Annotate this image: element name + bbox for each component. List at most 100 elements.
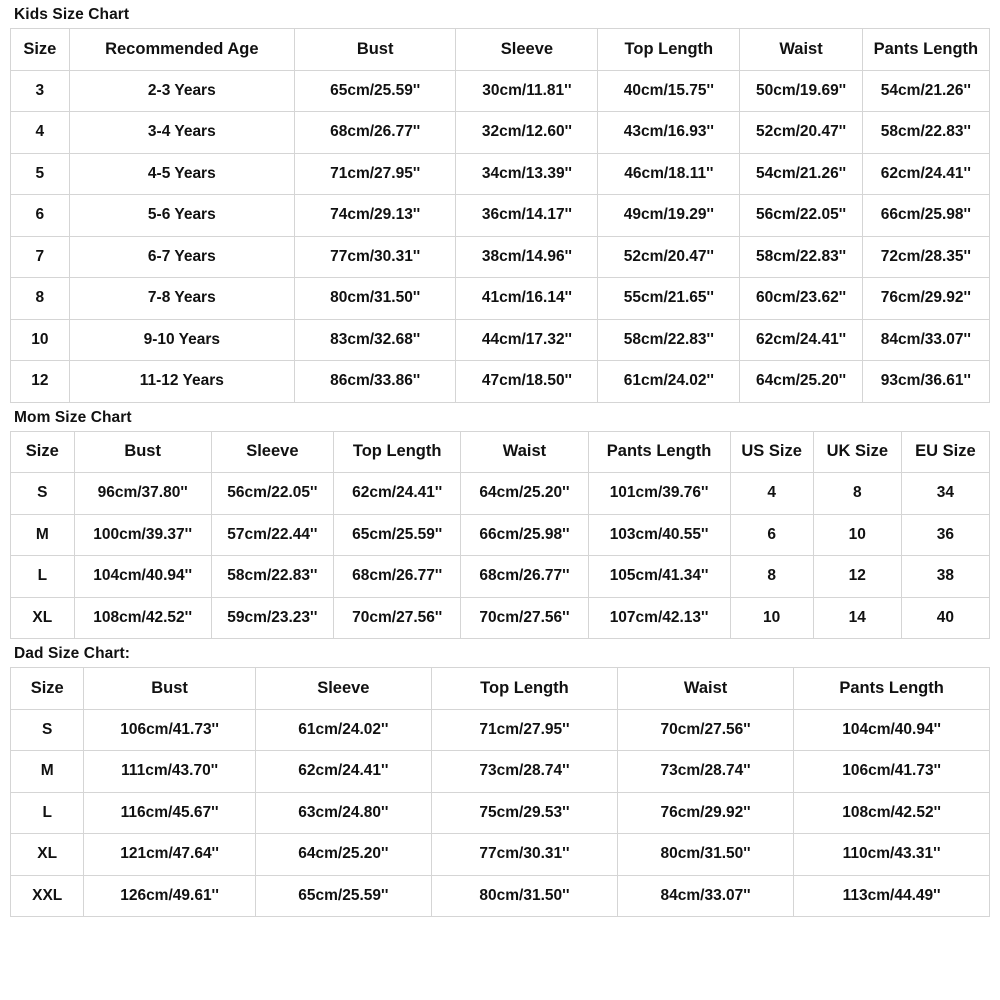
- table-row: M 111cm/43.70'' 62cm/24.41'' 73cm/28.74'' 73…: [9, 750, 990, 793]
- measure-cell: 10: [812, 513, 902, 557]
- measure-cell: 68cm/26.77'': [333, 555, 462, 598]
- measure-cell: 41cm/16.14'': [455, 277, 599, 320]
- kids-size-table: Size Recommended Age Bust Sleeve Top Length W…: [10, 28, 991, 403]
- size-cell: 7: [10, 235, 70, 279]
- column-header-top-length: Top Length: [597, 28, 741, 71]
- measure-cell: 36: [900, 513, 991, 557]
- size-chart-page: Kids Size Chart Size Recommended Age Bust S…: [0, 0, 1000, 1000]
- measure-cell: 73cm/28.74'': [430, 750, 618, 793]
- table-row: S 106cm/41.73'' 61cm/24.02'' 71cm/27.95'' 70…: [9, 708, 990, 752]
- size-cell: XXL: [9, 874, 85, 918]
- table-row: L 116cm/45.67'' 63cm/24.80'' 75cm/29.53'' 76…: [9, 791, 990, 835]
- mom-size-chart-section: Mom Size Chart Size Bust Sleeve Top Length W…: [10, 403, 991, 640]
- measure-cell: 73cm/28.74'': [616, 750, 795, 793]
- measure-cell: 46cm/18.11'': [597, 152, 741, 196]
- size-cell: M: [10, 513, 75, 557]
- measure-cell: 44cm/17.32'': [455, 318, 599, 362]
- measure-cell: 105cm/41.34'': [587, 555, 731, 598]
- measure-cell: 108cm/42.52'': [793, 791, 990, 835]
- column-header-top-length: Top Length: [430, 667, 618, 710]
- mom-table-body: S 96cm/37.80'' 56cm/22.05'' 62cm/24.41'' 64c…: [10, 472, 991, 640]
- measure-cell: 70cm/27.56'': [616, 708, 795, 752]
- measure-cell: 50cm/19.69'': [739, 69, 863, 113]
- measure-cell: 65cm/25.59'': [333, 513, 462, 557]
- measure-cell: 47cm/18.50'': [455, 360, 599, 403]
- measure-cell: 80cm/31.50'': [430, 874, 618, 918]
- measure-cell: 34: [900, 472, 991, 515]
- column-header-bust: Bust: [73, 430, 212, 474]
- measure-cell: 62cm/24.41'': [861, 152, 991, 196]
- measure-cell: 6: [729, 513, 814, 557]
- measure-cell: 101cm/39.76'': [587, 472, 731, 515]
- measure-cell: 100cm/39.37'': [73, 513, 212, 557]
- table-row: 7 6-7 Years 77cm/30.31'' 38cm/14.96'' 52cm/2…: [10, 235, 991, 279]
- measure-cell: 54cm/21.26'': [861, 69, 991, 113]
- measure-cell: 75cm/29.53'': [430, 791, 618, 835]
- measure-cell: 93cm/36.61'': [861, 360, 991, 403]
- table-row: 6 5-6 Years 74cm/29.13'' 36cm/14.17'' 49cm/1…: [10, 194, 991, 237]
- size-cell: S: [10, 472, 75, 515]
- size-cell: XL: [9, 833, 85, 876]
- measure-cell: 76cm/29.92'': [616, 791, 795, 835]
- column-header-size: Size: [10, 430, 75, 474]
- kids-chart-title: Kids Size Chart: [14, 6, 130, 23]
- measure-cell: 108cm/42.52'': [73, 596, 212, 640]
- dad-size-table: Size Bust Sleeve Top Length Waist Pants Lengt…: [9, 667, 990, 918]
- column-header-waist: Waist: [616, 667, 795, 710]
- column-header-pants-length: Pants Length: [861, 28, 991, 71]
- mom-table-head: Size Bust Sleeve Top Length Waist Pants Lengt…: [10, 430, 991, 474]
- measure-cell: 66cm/25.98'': [861, 194, 991, 237]
- measure-cell: 40: [900, 596, 991, 640]
- measure-cell: 96cm/37.80'': [73, 472, 212, 515]
- measure-cell: 59cm/23.23'': [210, 596, 335, 640]
- measure-cell: 62cm/24.41'': [333, 472, 462, 515]
- kids-size-chart-section: Kids Size Chart Size Recommended Age Bust S…: [10, 0, 991, 403]
- measure-cell: 64cm/25.20'': [460, 472, 589, 515]
- measure-cell: 126cm/49.61'': [83, 874, 256, 918]
- table-header-row: Size Recommended Age Bust Sleeve Top Length W…: [10, 28, 991, 71]
- measure-cell: 58cm/22.83'': [597, 318, 741, 362]
- size-cell: S: [9, 708, 85, 752]
- dad-size-chart-section: Dad Size Chart: Size Bust Sleeve Top Length…: [9, 639, 990, 918]
- measure-cell: 84cm/33.07'': [861, 318, 991, 362]
- measure-cell: 84cm/33.07'': [616, 874, 795, 918]
- measure-cell: 32cm/12.60'': [455, 111, 599, 154]
- measure-cell: 86cm/33.86'': [293, 360, 457, 403]
- measure-cell: 43cm/16.93'': [597, 111, 741, 154]
- kids-table-head: Size Recommended Age Bust Sleeve Top Length W…: [10, 28, 991, 71]
- table-row: XL 108cm/42.52'' 59cm/23.23'' 70cm/27.56'' 7…: [10, 596, 991, 640]
- size-cell: 4: [10, 111, 70, 154]
- measure-cell: 106cm/41.73'': [83, 708, 256, 752]
- measure-cell: 14: [812, 596, 902, 640]
- size-cell: 5: [10, 152, 70, 196]
- measure-cell: 63cm/24.80'': [254, 791, 432, 835]
- measure-cell: 62cm/24.41'': [739, 318, 863, 362]
- measure-cell: 8: [729, 555, 814, 598]
- measure-cell: 7-8 Years: [68, 277, 295, 320]
- size-cell: 6: [10, 194, 70, 237]
- size-cell: L: [10, 555, 75, 598]
- measure-cell: 121cm/47.64'': [83, 833, 256, 876]
- column-header-us-size: US Size: [729, 430, 814, 474]
- measure-cell: 106cm/41.73'': [793, 750, 990, 793]
- size-cell: XL: [10, 596, 75, 640]
- measure-cell: 38cm/14.96'': [455, 235, 599, 279]
- measure-cell: 107cm/42.13'': [587, 596, 731, 640]
- table-header-row: Size Bust Sleeve Top Length Waist Pants Lengt…: [9, 667, 990, 710]
- measure-cell: 70cm/27.56'': [333, 596, 462, 640]
- measure-cell: 10: [729, 596, 814, 640]
- column-header-sleeve: Sleeve: [254, 667, 432, 710]
- measure-cell: 56cm/22.05'': [739, 194, 863, 237]
- measure-cell: 52cm/20.47'': [597, 235, 741, 279]
- measure-cell: 2-3 Years: [68, 69, 295, 113]
- column-header-eu-size: EU Size: [900, 430, 991, 474]
- column-header-size: Size: [10, 28, 70, 71]
- measure-cell: 72cm/28.35'': [861, 235, 991, 279]
- measure-cell: 54cm/21.26'': [739, 152, 863, 196]
- dad-chart-title: Dad Size Chart:: [14, 645, 131, 663]
- mom-chart-title: Mom Size Chart: [14, 408, 132, 426]
- size-cell: M: [9, 750, 85, 793]
- measure-cell: 104cm/40.94'': [793, 708, 990, 752]
- column-header-waist: Waist: [739, 28, 863, 71]
- measure-cell: 61cm/24.02'': [254, 708, 432, 752]
